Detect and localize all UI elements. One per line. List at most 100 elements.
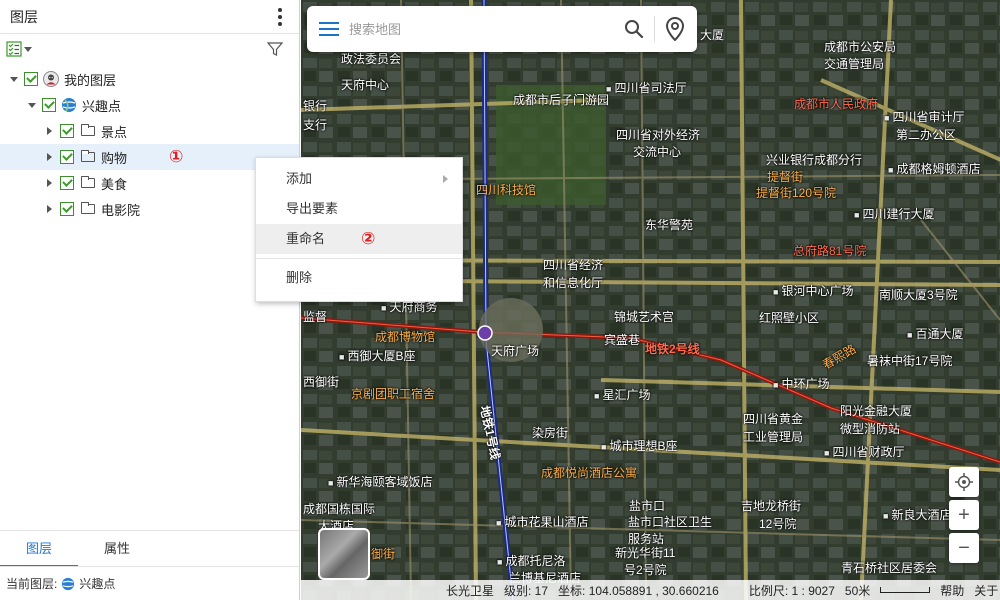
- menu-item-export-features[interactable]: 导出要素: [256, 194, 462, 224]
- map-label: 工业管理局: [743, 430, 804, 444]
- layer-checkbox[interactable]: [24, 72, 38, 86]
- zoom-out-button[interactable]: −: [949, 533, 979, 563]
- map-label: 四川省经济: [543, 258, 604, 272]
- menu-item-label: 导出要素: [286, 201, 339, 216]
- map-label: 东华警苑: [645, 218, 694, 232]
- map-label: 四川省对外经济: [616, 128, 701, 142]
- map-label: 银河中心广场: [773, 282, 853, 299]
- map-label: 南顺大厦3号院: [879, 288, 958, 302]
- tree-node-label: 电影院: [101, 202, 141, 218]
- globe-icon: [62, 577, 75, 590]
- zoom-level: 级别: 17: [504, 583, 549, 598]
- about-link[interactable]: 关于: [974, 582, 998, 599]
- filter-icon[interactable]: [267, 41, 283, 57]
- map-label: 成都国栋国际: [303, 502, 376, 516]
- current-layer-label: 当前图层:: [6, 577, 58, 591]
- map-label: 成都托尼洛: [497, 552, 565, 569]
- map-label: 星汇广场: [594, 386, 650, 403]
- menu-item-rename[interactable]: 重命名 ②: [256, 224, 462, 254]
- map-label: 四川省审计厅: [884, 108, 964, 125]
- map-label: 新华海颐客域饭店: [328, 473, 432, 490]
- map-label: 锦城艺术宫: [614, 310, 675, 324]
- tab-properties[interactable]: 属性: [78, 531, 156, 567]
- layer-checkbox[interactable]: [60, 124, 74, 138]
- expand-icon[interactable]: [47, 205, 52, 213]
- layer-checkbox[interactable]: [60, 150, 74, 164]
- map-label: 染房街: [532, 426, 569, 440]
- scale-unit: 50米: [844, 583, 871, 598]
- location-pin-icon[interactable]: [665, 17, 685, 41]
- tab-layers[interactable]: 图层: [0, 531, 78, 567]
- divider: [654, 16, 655, 42]
- folder-icon: [81, 176, 95, 188]
- zoom-in-button[interactable]: +: [949, 500, 979, 530]
- collapse-icon[interactable]: [28, 102, 36, 108]
- expand-icon[interactable]: [47, 127, 52, 135]
- expand-icon[interactable]: [47, 153, 52, 161]
- map-label: 交通管理局: [824, 57, 885, 71]
- layer-checkbox[interactable]: [60, 176, 74, 190]
- map-label: 12号院: [759, 517, 797, 531]
- menu-item-label: 添加: [286, 171, 313, 186]
- map-label: 四川科技馆: [476, 183, 537, 197]
- search-icon[interactable]: [624, 19, 644, 39]
- panel-toolbar: [0, 34, 299, 64]
- map-search-box: [307, 6, 697, 52]
- map-label: 天府中心: [341, 78, 390, 92]
- map-label: 微型消防站: [840, 422, 901, 436]
- map-label: 交流中心: [633, 145, 682, 159]
- crosshair-icon: [955, 473, 973, 491]
- tree-node-label: 景点: [101, 124, 128, 140]
- step-marker-1: ①: [169, 147, 184, 166]
- map-label: 四川省司法厅: [606, 79, 686, 96]
- map-label: 监督: [303, 310, 328, 324]
- help-link[interactable]: 帮助: [940, 582, 964, 599]
- map-label: 成都市公安局: [824, 40, 897, 54]
- expand-icon[interactable]: [47, 179, 52, 187]
- map-label: 总府路81号院: [793, 244, 867, 258]
- menu-icon[interactable]: [319, 22, 339, 36]
- map-label: 新良大酒店: [883, 506, 951, 523]
- search-input[interactable]: [349, 21, 624, 37]
- menu-item-label: 删除: [286, 270, 313, 285]
- map-label: 大厦: [700, 28, 725, 42]
- map-label: 成都格姆顿酒店: [888, 160, 980, 177]
- map-label: 第二办公区: [896, 128, 957, 142]
- map-label: 新光华街11: [615, 546, 676, 560]
- map-label: 银行: [303, 99, 328, 113]
- current-layer-value: 兴趣点: [79, 577, 116, 591]
- layer-checkbox[interactable]: [60, 202, 74, 216]
- globe-icon: [62, 98, 76, 112]
- map-label: 阳光金融大厦: [840, 404, 913, 418]
- panel-tabs: 图层 属性: [0, 530, 299, 567]
- tree-node-scenic[interactable]: 景点: [0, 118, 299, 144]
- tree-node-my-layers[interactable]: 我的图层: [0, 66, 299, 92]
- locate-me-button[interactable]: [949, 467, 979, 497]
- map-label: 红照壁小区: [759, 311, 820, 325]
- menu-item-delete[interactable]: 删除: [256, 263, 462, 293]
- imagery-source: 长光卫星: [446, 583, 495, 598]
- panel-title: 图层: [10, 8, 38, 25]
- map-label: 四川省黄金: [743, 412, 804, 426]
- map-label: 青石桥社区居委会: [841, 561, 938, 575]
- tree-node-label: 我的图层: [64, 72, 117, 88]
- folder-icon: [81, 202, 95, 214]
- menu-item-label: 重命名: [286, 231, 326, 246]
- map-label: 京剧团职工宿舍: [351, 387, 436, 401]
- map-label: 兴业银行成都分行: [766, 153, 863, 167]
- more-options-icon[interactable]: [271, 7, 289, 27]
- map-label: 盐市口: [629, 499, 666, 513]
- layer-list-menu-icon[interactable]: [6, 41, 32, 57]
- menu-item-add[interactable]: 添加: [256, 164, 462, 194]
- menu-divider: [256, 258, 462, 259]
- map-label: 城市花果山酒店: [496, 513, 588, 530]
- layer-checkbox[interactable]: [42, 98, 56, 112]
- tree-node-poi[interactable]: 兴趣点: [0, 92, 299, 118]
- map-label: 成都悦尚酒店公寓: [541, 466, 638, 480]
- collapse-icon[interactable]: [10, 76, 18, 82]
- map-label: 中环广场: [773, 375, 829, 392]
- map-label: 支行: [303, 118, 328, 132]
- basemap-switcher-thumbnail[interactable]: [318, 528, 370, 580]
- tree-node-label: 兴趣点: [82, 98, 122, 114]
- map-label: 西御大厦B座: [339, 347, 415, 364]
